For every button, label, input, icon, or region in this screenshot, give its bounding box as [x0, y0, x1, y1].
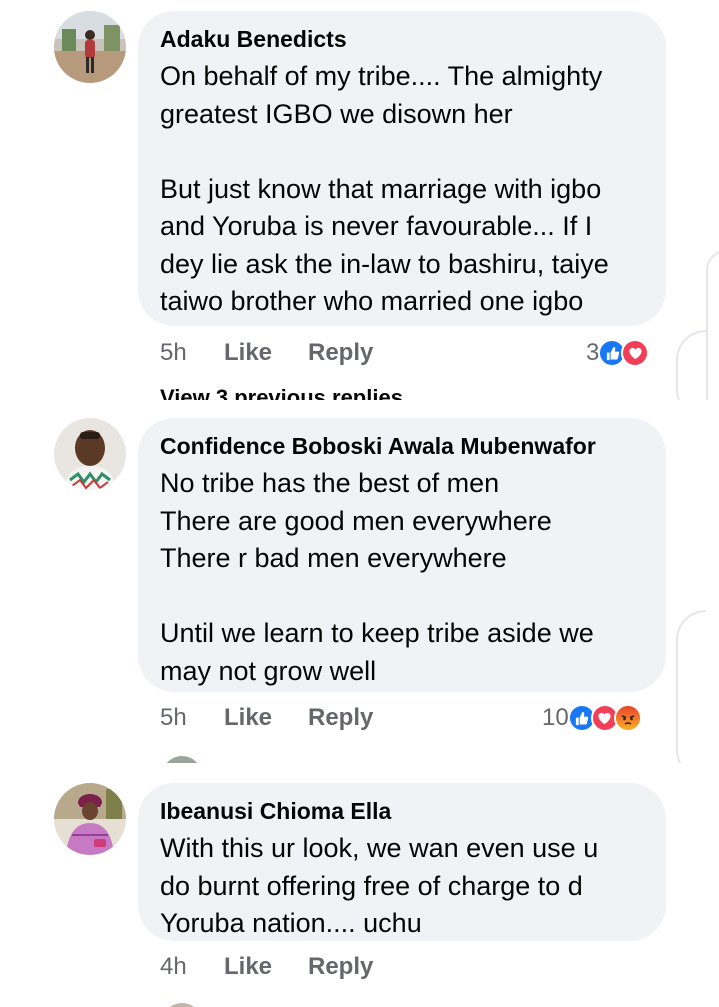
avatar[interactable] — [54, 418, 126, 490]
comment-text-line: Yoruba nation.... uchu — [160, 908, 422, 938]
reply-button[interactable]: Reply — [308, 339, 373, 367]
comment-bubble: Adaku Benedicts On behalf of my tribe...… — [138, 11, 666, 326]
comment-actions: 4h Like Reply — [160, 951, 373, 983]
comment-timestamp[interactable]: 5h — [160, 339, 224, 367]
side-edge — [676, 610, 706, 763]
comment-text-line: No tribe has the best of men — [160, 468, 500, 498]
comment-author[interactable]: Ibeanusi Chioma Ella — [160, 797, 644, 825]
comment-1: Adaku Benedicts On behalf of my tribe...… — [0, 0, 719, 400]
comment-text-line: dey lie ask the in-law to bashiru, taiye — [160, 248, 609, 279]
comment-text-line: But just know that marriage with igbo — [160, 173, 602, 204]
side-edge — [676, 330, 706, 400]
comment-text-gap — [160, 133, 644, 171]
comment-bubble: Confidence Boboski Awala Mubenwafor No t… — [138, 418, 666, 692]
comment-text-line: There r bad men everywhere — [160, 543, 507, 573]
reaction-count: 3 — [586, 339, 600, 366]
comment-timestamp[interactable]: 4h — [160, 953, 224, 981]
like-button[interactable]: Like — [224, 704, 308, 732]
comment-text-line: may not grow well — [160, 655, 377, 686]
love-icon — [621, 339, 650, 367]
avatar[interactable] — [162, 756, 202, 763]
comment-timestamp[interactable]: 5h — [160, 704, 224, 732]
comment-text-line: There are good men everywhere — [160, 505, 552, 536]
like-button[interactable]: Like — [224, 953, 308, 981]
reaction-count: 10 — [542, 704, 569, 731]
comment-text-line: taiwo brother who married one igbo — [160, 286, 584, 316]
comment-text-gap — [160, 578, 644, 616]
comment-bubble: Ibeanusi Chioma Ella With this ur look, … — [138, 783, 666, 941]
angry-icon — [613, 704, 642, 732]
comment-text-line: and Yoruba is never favourable... If I — [160, 211, 593, 241]
avatar[interactable] — [54, 783, 126, 855]
reaction-summary[interactable]: 10 — [542, 702, 642, 734]
comment-actions: 5h Like Reply — [160, 702, 373, 734]
comment-3: Ibeanusi Chioma Ella With this ur look, … — [0, 783, 719, 1007]
comment-author[interactable]: Confidence Boboski Awala Mubenwafor — [160, 432, 644, 460]
comment-text-line: do burnt offering free of charge to d — [160, 870, 583, 901]
comment-text-line: On behalf of my tribe.... The almighty — [160, 61, 603, 91]
reply-button[interactable]: Reply — [308, 704, 373, 732]
comment-text-line: With this ur look, we wan even use u — [160, 833, 599, 863]
comment-text-line: Until we learn to keep tribe aside we — [160, 618, 594, 648]
avatar[interactable] — [162, 1003, 202, 1007]
comment-actions: 5h Like Reply — [160, 337, 373, 369]
avatar[interactable] — [54, 11, 126, 83]
reply-button[interactable]: Reply — [308, 953, 373, 981]
reaction-summary[interactable]: 3 — [586, 337, 650, 369]
like-button[interactable]: Like — [224, 339, 308, 367]
view-previous-replies-link[interactable]: View 3 previous replies — [160, 384, 403, 400]
comment-text-line: greatest IGBO we disown her — [160, 98, 513, 129]
side-edge — [706, 250, 719, 400]
comment-2: Confidence Boboski Awala Mubenwafor No t… — [0, 400, 719, 763]
comment-author[interactable]: Adaku Benedicts — [160, 25, 644, 53]
